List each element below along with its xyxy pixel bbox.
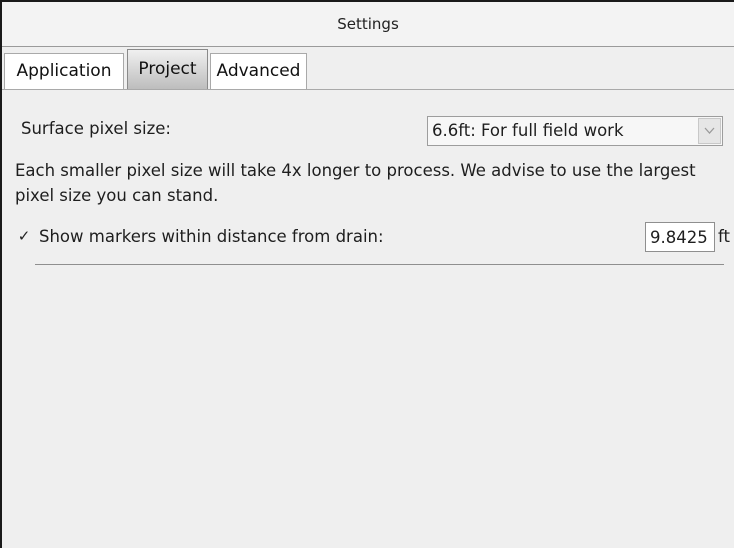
pixel-size-help-text: Each smaller pixel size will take 4x lon…	[15, 161, 696, 205]
tab-application[interactable]: Application	[4, 53, 124, 89]
surface-pixel-size-label: Surface pixel size:	[21, 119, 171, 138]
show-markers-label: Show markers within distance from drain:	[39, 227, 384, 246]
section-divider	[35, 264, 724, 265]
surface-pixel-size-value: 6.6ft: For full field work	[432, 121, 624, 140]
window-title: Settings	[2, 2, 734, 47]
settings-window: Settings Application Project Advanced Su…	[0, 0, 734, 548]
tab-divider	[2, 89, 734, 90]
tab-advanced[interactable]: Advanced	[210, 53, 307, 89]
surface-pixel-size-select[interactable]: 6.6ft: For full field work	[427, 116, 723, 146]
tab-project[interactable]: Project	[127, 49, 208, 89]
show-markers-checkbox[interactable]: ✓	[15, 227, 33, 245]
tab-bar: Application Project Advanced	[2, 49, 734, 89]
marker-distance-input[interactable]	[645, 222, 715, 252]
chevron-down-icon[interactable]	[698, 118, 721, 144]
distance-unit-label: ft	[718, 227, 730, 246]
